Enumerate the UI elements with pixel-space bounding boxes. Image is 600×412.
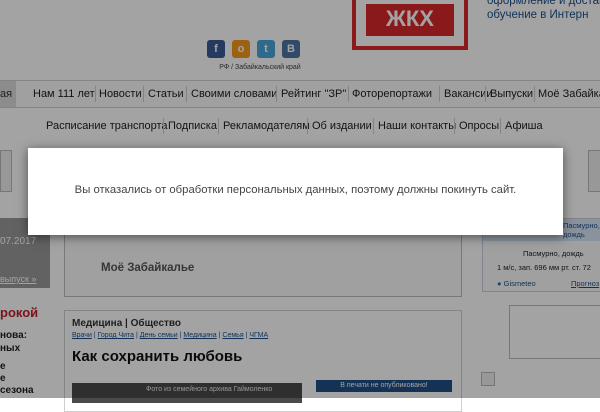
dialog-message: Вы отказались от обработки персональных … <box>74 184 517 196</box>
consent-declined-dialog: Вы отказались от обработки персональных … <box>28 148 563 235</box>
